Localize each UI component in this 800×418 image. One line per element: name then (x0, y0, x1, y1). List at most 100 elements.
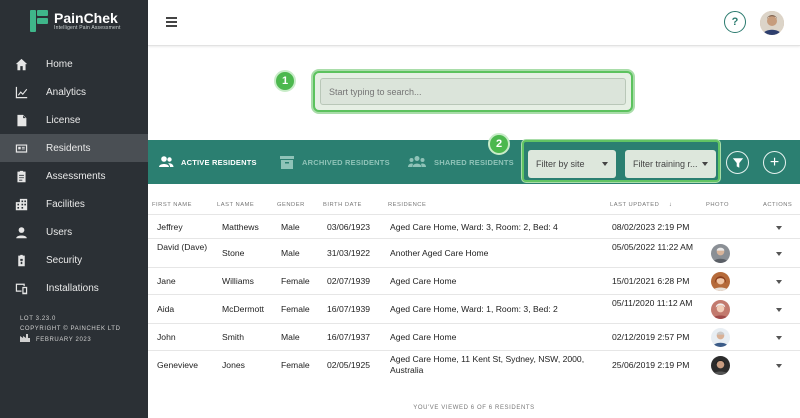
viewed-count-note: YOU'VE VIEWED 6 OF 6 RESIDENTS (413, 405, 535, 411)
search-highlight (313, 71, 633, 112)
residence: Another Aged Care Home (390, 248, 489, 258)
gender: Female (281, 304, 310, 314)
gender: Male (281, 332, 300, 342)
gender: Female (281, 360, 310, 370)
sidebar-item-label: Installations (46, 282, 99, 294)
sidebar-item-label: Analytics (46, 86, 87, 98)
col-birth-date[interactable]: BIRTH DATE (323, 202, 362, 208)
row-actions-chevron-icon[interactable] (776, 336, 782, 340)
sidebar-item-label: Security (46, 254, 83, 266)
sidebar-nav: Home Analytics License Residents Assessm… (0, 50, 148, 302)
sort-desc-icon[interactable]: ↓ (669, 202, 672, 208)
sidebar-item-label: License (46, 114, 81, 126)
birth-date: 16/07/1939 (327, 304, 371, 314)
people-icon (159, 156, 174, 167)
first-name: Genevieve (157, 360, 199, 370)
table-row[interactable]: David (Dave) Stone Male 31/03/1922 Anoth… (148, 238, 800, 267)
filter-button[interactable] (726, 151, 749, 174)
analytics-icon (14, 85, 28, 99)
residents-toolbar: ACTIVE RESIDENTS ARCHIVED RESIDENTS SHAR… (148, 140, 800, 184)
resident-photo[interactable] (711, 272, 730, 291)
residence: Aged Care Home, Ward: 3, Room: 2, Bed: 4 (390, 222, 558, 232)
painchek-logo[interactable]: PainChek Intelligent Pain Assessment (0, 4, 148, 38)
col-first-name[interactable]: FIRST NAME (152, 202, 192, 208)
table-row[interactable]: Genevieve Jones Female 02/05/1925 Aged C… (148, 350, 800, 380)
tab-label: SHARED RESIDENTS (434, 157, 514, 167)
search-input[interactable] (320, 78, 626, 105)
sidebar-item-installations[interactable]: Installations (0, 274, 148, 302)
table-row[interactable]: Jeffrey Matthews Male 03/06/1923 Aged Ca… (148, 214, 800, 238)
table-row[interactable]: Jane Williams Female 02/07/1939 Aged Car… (148, 267, 800, 294)
birth-date: 16/07/1937 (327, 332, 371, 342)
group-icon (408, 156, 426, 167)
resident-photo[interactable] (711, 244, 730, 263)
last-updated: 25/06/2019 2:19 PM (612, 360, 690, 370)
sidebar-item-residents[interactable]: Residents (0, 134, 148, 162)
table-row[interactable]: Aida McDermott Female 16/07/1939 Aged Ca… (148, 294, 800, 323)
lot-version: LOT 3.23.0 (20, 316, 56, 322)
sidebar-item-label: Facilities (46, 198, 85, 210)
table-row[interactable]: John Smith Male 16/07/1937 Aged Care Hom… (148, 323, 800, 350)
sidebar-item-assessments[interactable]: Assessments (0, 162, 148, 190)
last-updated: 08/02/2023 2:19 PM (612, 222, 690, 232)
copyright: COPYRIGHT © PAINCHEK LTD (20, 326, 121, 332)
row-actions-chevron-icon[interactable] (776, 252, 782, 256)
last-updated: 02/12/2019 2:57 PM (612, 332, 690, 342)
row-actions-chevron-icon[interactable] (776, 280, 782, 284)
birth-date: 31/03/1922 (327, 248, 371, 258)
version-info: LOT 3.23.0 COPYRIGHT © PAINCHEK LTD FEBR… (20, 314, 121, 346)
chevron-down-icon (602, 162, 608, 166)
sidebar-item-analytics[interactable]: Analytics (0, 78, 148, 106)
sidebar-item-security[interactable]: Security (0, 246, 148, 274)
help-button[interactable]: ? (724, 11, 746, 33)
col-gender[interactable]: GENDER (277, 202, 305, 208)
chevron-down-icon (702, 162, 708, 166)
training-filter-select[interactable]: Filter training r... (625, 150, 716, 178)
user-avatar[interactable] (760, 11, 784, 35)
resident-photo[interactable] (711, 300, 730, 319)
row-actions-chevron-icon[interactable] (776, 308, 782, 312)
menu-icon[interactable] (166, 17, 177, 29)
site-filter-select[interactable]: Filter by site (528, 150, 616, 178)
site-filter-value: Filter by site (536, 159, 585, 169)
last-updated: 15/01/2021 6:28 PM (612, 276, 690, 286)
birth-date: 03/06/1923 (327, 222, 371, 232)
first-name: Jeffrey (157, 222, 183, 232)
step-1-badge: 1 (274, 70, 296, 92)
last-name: Stone (222, 248, 245, 258)
resident-photo[interactable] (711, 328, 730, 347)
sidebar-item-license[interactable]: License (0, 106, 148, 134)
last-name: Matthews (222, 222, 259, 232)
col-residence[interactable]: RESIDENCE (388, 202, 426, 208)
sidebar-item-users[interactable]: Users (0, 218, 148, 246)
security-icon (14, 253, 28, 267)
col-photo: PHOTO (706, 202, 730, 208)
add-resident-button[interactable]: + (763, 151, 786, 174)
factory-icon (20, 334, 30, 346)
tab-active-residents[interactable]: ACTIVE RESIDENTS (158, 140, 257, 184)
col-last-updated[interactable]: LAST UPDATED (610, 202, 659, 208)
release-date: FEBRUARY 2023 (36, 337, 92, 343)
sidebar-item-label: Home (46, 58, 73, 70)
home-icon (14, 57, 28, 71)
sidebar-item-home[interactable]: Home (0, 50, 148, 78)
col-actions: ACTIONS (763, 202, 793, 208)
row-actions-chevron-icon[interactable] (776, 226, 782, 230)
license-icon (14, 113, 28, 127)
sidebar-item-label: Users (46, 226, 73, 238)
sidebar-item-facilities[interactable]: Facilities (0, 190, 148, 218)
gender: Male (281, 222, 300, 232)
gender: Male (281, 248, 300, 258)
tab-archived-residents[interactable]: ARCHIVED RESIDENTS (279, 140, 390, 184)
resident-photo[interactable] (711, 356, 730, 375)
last-name: Jones (222, 360, 245, 370)
training-filter-value: Filter training r... (633, 159, 698, 169)
table-header: FIRST NAME LAST NAME GENDER BIRTH DATE R… (148, 196, 800, 214)
gender: Female (281, 276, 310, 286)
col-last-name[interactable]: LAST NAME (217, 202, 254, 208)
birth-date: 02/07/1939 (327, 276, 371, 286)
row-actions-chevron-icon[interactable] (776, 364, 782, 368)
last-name: Smith (222, 332, 244, 342)
last-name: McDermott (222, 304, 265, 314)
painchek-logo-icon (30, 10, 48, 32)
